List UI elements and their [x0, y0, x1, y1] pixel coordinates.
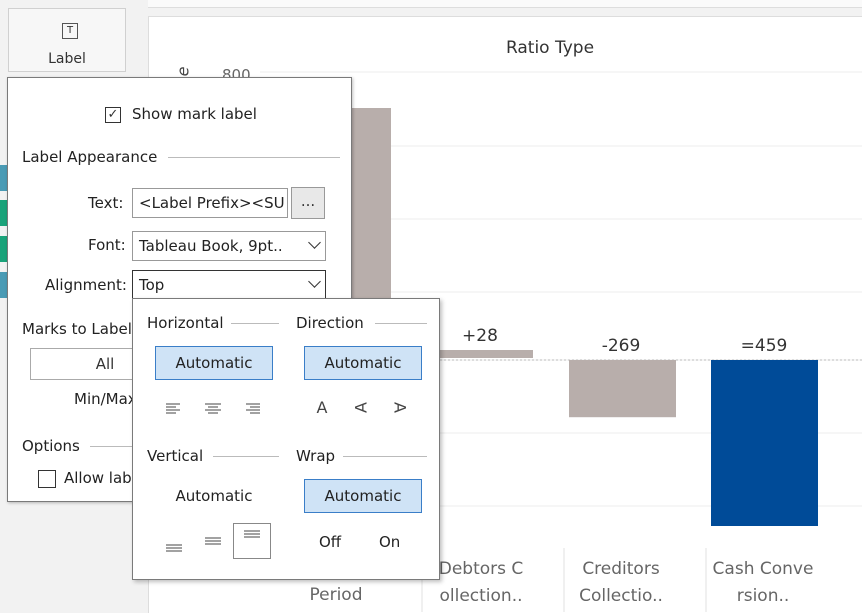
category-label: Debtors C [439, 559, 524, 579]
options-heading: Options [22, 437, 80, 455]
horizontal-heading: Horizontal [147, 314, 224, 332]
alignment-field-label: Alignment: [45, 276, 127, 294]
font-dropdown[interactable]: Tableau Book, 9pt.. [132, 231, 326, 261]
wrap-off-option[interactable]: Off [319, 533, 341, 551]
align-left-icon[interactable] [165, 402, 183, 416]
alignment-popup: Horizontal Direction Automatic Automatic… [132, 298, 440, 580]
divider [168, 157, 340, 158]
category-label: Period [309, 585, 362, 605]
label-card-text: Label [48, 51, 86, 67]
align-top-selected[interactable] [233, 523, 271, 559]
toolbar-strip [148, 0, 862, 8]
data-label: +28 [462, 326, 498, 346]
data-label: =459 [741, 336, 788, 356]
direction-heading: Direction [296, 314, 364, 332]
wrap-automatic-button[interactable]: Automatic [304, 479, 422, 513]
chevron-down-icon [308, 236, 321, 249]
show-mark-label-text: Show mark label [132, 105, 257, 123]
divider [231, 323, 279, 324]
direction-automatic-button[interactable]: Automatic [304, 346, 422, 380]
align-top-icon [244, 530, 260, 538]
category-label: Collectio.. [579, 586, 663, 606]
text-label-icon: T [62, 23, 78, 39]
alignment-dropdown[interactable]: Top [132, 270, 326, 300]
label-appearance-heading: Label Appearance [22, 148, 158, 166]
bar-cash-conversion[interactable] [711, 360, 818, 526]
wrap-on-option[interactable]: On [379, 533, 400, 551]
label-mark-card[interactable]: T Label [8, 8, 126, 72]
divider [343, 456, 427, 457]
direction-horizontal-icon[interactable]: A [314, 398, 330, 417]
text-field[interactable]: <Label Prefix><SU [132, 188, 288, 218]
vertical-automatic-option[interactable]: Automatic [155, 487, 273, 505]
category-label: Cash Conve [713, 559, 814, 579]
align-right-icon[interactable] [243, 402, 261, 416]
direction-down-icon[interactable]: A [391, 400, 410, 416]
min-max-option[interactable]: Min/Max [74, 390, 137, 408]
font-field-label: Font: [88, 236, 126, 254]
direction-up-icon[interactable]: A [352, 400, 371, 416]
category-label: Creditors [582, 559, 660, 579]
divider [375, 323, 427, 324]
marks-to-label-heading: Marks to Label [22, 320, 132, 338]
align-bottom-icon[interactable] [165, 539, 183, 553]
align-center-icon[interactable] [204, 402, 222, 416]
bar-debtors-collection[interactable] [428, 350, 533, 358]
bar-creditors-collection[interactable] [569, 360, 676, 418]
horizontal-automatic-button[interactable]: Automatic [155, 346, 273, 380]
data-label: -269 [602, 336, 641, 356]
divider [213, 456, 279, 457]
text-field-label: Text: [88, 194, 124, 212]
edit-text-button[interactable]: ... [291, 187, 325, 219]
divider [90, 446, 135, 447]
allow-labels-text: Allow lab [64, 469, 132, 487]
vertical-heading: Vertical [147, 447, 204, 465]
align-middle-icon[interactable] [204, 535, 222, 549]
font-value: Tableau Book, 9pt.. [139, 237, 283, 255]
category-label: rsion.. [737, 586, 790, 606]
category-label: ollection.. [439, 586, 522, 606]
alignment-value: Top [139, 276, 165, 294]
wrap-heading: Wrap [296, 447, 336, 465]
chevron-down-icon [308, 275, 321, 288]
show-mark-label-checkbox[interactable]: ✓ [105, 107, 121, 123]
allow-labels-checkbox[interactable] [38, 470, 56, 488]
